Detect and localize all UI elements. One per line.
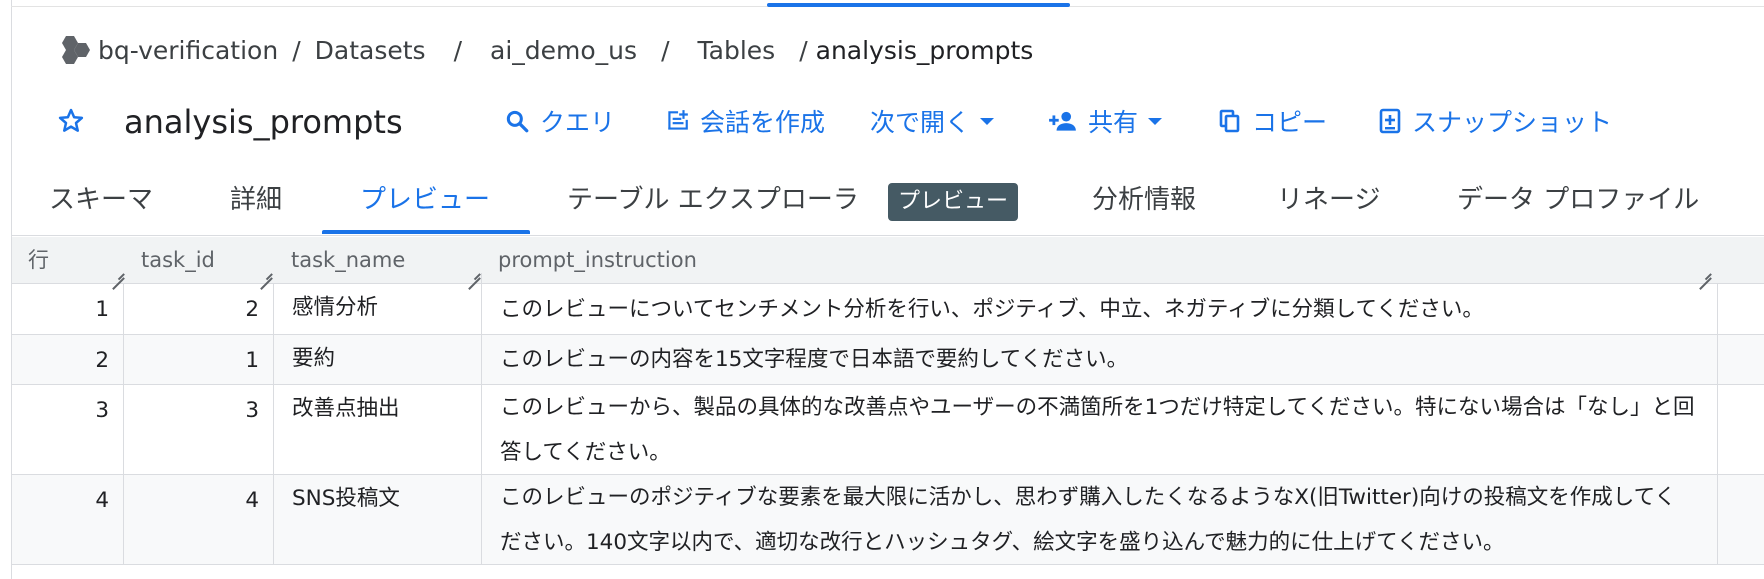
compose-chat-icon (668, 110, 688, 130)
preview-badge: プレビュー (888, 183, 1018, 221)
query-button[interactable]: クエリ (504, 98, 615, 144)
table-toolbar: analysis_prompts クエリ 会話を作成 次で開く 共有 コピー ス… (56, 98, 1756, 148)
share-label: 共有 (1088, 108, 1139, 137)
breadcrumb: bq-verification / Datasets / ai_demo_us … (56, 32, 1033, 68)
search-icon (506, 110, 529, 133)
active-panel-indicator (767, 3, 1070, 7)
tab-schema[interactable]: スキーマ (49, 168, 153, 236)
share-button[interactable]: 共有 (1048, 98, 1163, 144)
column-header-prompt-instruction[interactable]: prompt_instruction (498, 237, 697, 284)
snapshot-label: スナップショット (1412, 108, 1613, 137)
chevron-down-icon (980, 117, 995, 125)
snapshot-button[interactable]: スナップショット (1378, 98, 1612, 144)
cell-task-id: 2 (124, 284, 274, 334)
person-add-icon (1049, 111, 1076, 131)
star-outline-icon[interactable] (56, 106, 86, 136)
breadcrumb-table: analysis_prompts (815, 35, 1034, 65)
breadcrumb-tables[interactable]: Tables (698, 36, 776, 65)
resize-handle-icon[interactable] (110, 264, 124, 278)
breadcrumb-project[interactable]: bq-verification (98, 36, 278, 65)
active-tab-indicator (322, 230, 530, 234)
resize-handle-icon[interactable] (258, 264, 272, 278)
column-header-task-id[interactable]: task_id (141, 237, 215, 284)
snapshot-add-icon (1379, 108, 1401, 134)
cell-prompt-instruction: このレビューのポジティブな要素を最大限に活かし、思わず購入したくなるようなX(旧… (482, 475, 1718, 564)
breadcrumb-separator: / (292, 35, 301, 65)
copy-button[interactable]: コピー (1218, 98, 1327, 144)
cell-prompt-instruction: このレビューから、製品の具体的な改善点やユーザーの不満箇所を1つだけ特定してくだ… (482, 385, 1718, 474)
tab-lineage[interactable]: リネージ (1277, 168, 1380, 236)
table-row: 4 4 SNS投稿文 このレビューのポジティブな要素を最大限に活かし、思わず購入… (12, 464, 1764, 565)
tab-details[interactable]: 詳細 (230, 168, 282, 236)
breadcrumb-separator: / (799, 35, 808, 65)
cell-task-id: 4 (124, 475, 274, 564)
column-header-row[interactable]: 行 (28, 237, 49, 284)
cell-row-number: 1 (12, 284, 124, 334)
cell-task-id: 3 (124, 385, 274, 474)
cell-task-name: 改善点抽出 (274, 374, 482, 474)
resize-handle-icon[interactable] (1697, 264, 1711, 278)
cell-row-number: 2 (12, 335, 124, 384)
copy-icon (1219, 109, 1240, 133)
copy-label: コピー (1252, 108, 1328, 137)
cell-task-id: 1 (124, 335, 274, 384)
cell-row-number: 4 (12, 475, 124, 564)
tab-insights[interactable]: 分析情報 (1092, 168, 1196, 236)
breadcrumb-separator: / (453, 35, 463, 65)
create-conversation-label: 会話を作成 (700, 108, 826, 137)
breadcrumb-separator: / (661, 35, 670, 65)
cell-task-name: SNS投稿文 (274, 464, 482, 564)
tab-table-explorer[interactable]: テーブル エクスプローラ (567, 168, 859, 236)
create-conversation-button[interactable]: 会話を作成 (664, 98, 825, 144)
tab-preview[interactable]: プレビュー (360, 168, 490, 236)
tab-data-profile[interactable]: データ プロファイル (1457, 168, 1699, 236)
chevron-down-icon (1148, 117, 1163, 125)
open-with-button[interactable]: 次で開く (870, 98, 995, 144)
cell-row-number: 3 (12, 385, 124, 474)
cell-prompt-instruction: このレビューについてセンチメント分析を行い、ポジティブ、中立、ネガティブに分類し… (482, 284, 1718, 334)
breadcrumb-dataset[interactable]: ai_demo_us (490, 36, 637, 65)
page-title: analysis_prompts (124, 103, 403, 141)
breadcrumb-datasets[interactable]: Datasets (315, 36, 426, 65)
open-with-label: 次で開く (870, 108, 971, 137)
query-button-label: クエリ (540, 108, 616, 137)
cell-prompt-instruction: このレビューの内容を15文字程度で日本語で要約してください。 (482, 335, 1718, 384)
bigquery-hexagons-icon (62, 36, 90, 64)
table-row: 3 3 改善点抽出 このレビューから、製品の具体的な改善点やユーザーの不満箇所を… (12, 374, 1764, 475)
